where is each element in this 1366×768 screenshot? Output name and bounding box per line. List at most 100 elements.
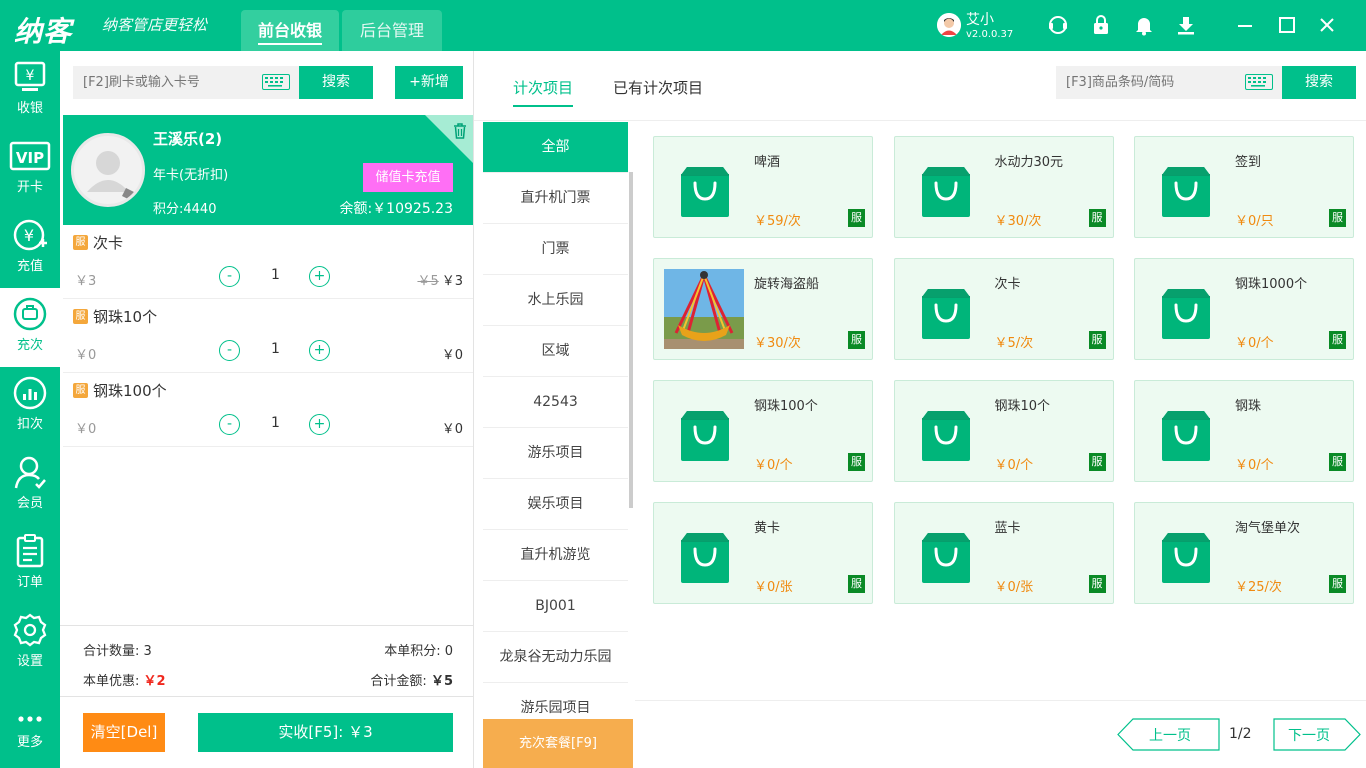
decrease-qty-button[interactable]: - <box>219 414 240 435</box>
category-item[interactable]: BJ001 <box>483 581 628 632</box>
user-name: 艾小 <box>966 12 994 28</box>
sidebar-item-label: 开卡 <box>16 180 43 195</box>
member-balance: 余额:￥10925.23 <box>339 201 453 217</box>
page-indicator: 1/2 <box>1229 726 1252 742</box>
recharge-package-button[interactable]: 充次套餐[F9] <box>483 719 633 768</box>
cart-item[interactable]: 服 钢珠100个 ￥0 - 1 + ￥0 <box>63 373 473 447</box>
product-card[interactable]: 钢珠 ￥0/个 服 <box>1134 380 1354 482</box>
product-card[interactable]: 淘气堡单次 ￥25/次 服 <box>1134 502 1354 604</box>
shopping-bag-icon <box>1158 281 1214 345</box>
user-avatar[interactable] <box>937 13 961 37</box>
category-item[interactable]: 游乐项目 <box>483 428 628 479</box>
pay-button[interactable]: 实收[F5]: ￥3 <box>198 713 453 752</box>
category-item[interactable]: 直升机门票 <box>483 173 628 224</box>
bell-icon[interactable] <box>1133 14 1155 36</box>
tab-front-cashier[interactable]: 前台收银 <box>241 10 339 51</box>
card-search-button[interactable]: 搜索 <box>299 66 373 99</box>
category-item[interactable]: 全部 <box>483 122 628 173</box>
cart-item-qty[interactable]: 1 <box>271 341 280 357</box>
product-search-button[interactable]: 搜索 <box>1282 66 1356 99</box>
member-card-type: 年卡(无折扣) <box>153 168 229 183</box>
shopping-bag-icon <box>1158 525 1214 589</box>
member-icon <box>14 456 46 489</box>
prev-page-button[interactable]: 上一页 <box>1117 718 1220 751</box>
keyboard-icon[interactable] <box>262 74 290 90</box>
product-card[interactable]: 钢珠100个 ￥0/个 服 <box>653 380 873 482</box>
cart-item[interactable]: 服 钢珠10个 ￥0 - 1 + ￥0 <box>63 299 473 373</box>
service-badge: 服 <box>1329 575 1346 593</box>
category-item[interactable]: 门票 <box>483 224 628 275</box>
service-badge: 服 <box>848 575 865 593</box>
increase-qty-button[interactable]: + <box>309 266 330 287</box>
member-card: 王溪乐(2) 年卡(无折扣) 储值卡充值 积分:4440 余额:￥10925.2… <box>63 115 473 225</box>
member-points: 积分:4440 <box>153 202 217 217</box>
product-card[interactable]: 旋转海盗船 ￥30/次 服 <box>653 258 873 360</box>
sidebar-item-order[interactable]: 订单 <box>0 525 60 604</box>
add-member-button[interactable]: +新增 <box>395 66 463 99</box>
next-page-button[interactable]: 下一页 <box>1273 718 1361 751</box>
product-card[interactable]: 黄卡 ￥0/张 服 <box>653 502 873 604</box>
category-item[interactable]: 龙泉谷无动力乐园 <box>483 632 628 683</box>
sidebar-item-label: 收银 <box>16 101 43 116</box>
product-name: 淘气堡单次 <box>1235 521 1301 536</box>
increase-qty-button[interactable]: + <box>309 340 330 361</box>
headset-icon[interactable] <box>1047 14 1069 36</box>
product-card[interactable]: 钢珠1000个 ￥0/个 服 <box>1134 258 1354 360</box>
cart-item-total: ￥3 <box>441 274 463 289</box>
product-card[interactable]: 次卡 ￥5/次 服 <box>893 258 1114 360</box>
trash-icon[interactable] <box>453 123 467 143</box>
product-price: ￥0/个 <box>1235 458 1274 473</box>
shopping-bag-icon <box>677 159 733 223</box>
minimize-icon[interactable] <box>1234 14 1256 36</box>
shopping-bag-icon <box>677 525 733 589</box>
download-icon[interactable] <box>1175 14 1197 36</box>
product-card[interactable]: 钢珠10个 ￥0/个 服 <box>893 380 1114 482</box>
product-name: 啤酒 <box>754 155 781 170</box>
category-item[interactable]: 直升机游览 <box>483 530 628 581</box>
cart-item-qty[interactable]: 1 <box>271 267 280 283</box>
category-item[interactable]: 42543 <box>483 377 628 428</box>
lock-icon[interactable] <box>1090 14 1112 36</box>
category-item[interactable]: 水上乐园 <box>483 275 628 326</box>
decrease-qty-button[interactable]: - <box>219 266 240 287</box>
order-discount-label: 本单优惠: <box>83 674 140 689</box>
product-card[interactable]: 啤酒 ￥59/次 服 <box>653 136 873 238</box>
order-points: 本单积分: 0 <box>384 640 453 659</box>
close-icon[interactable] <box>1316 14 1338 36</box>
product-card[interactable]: 蓝卡 ￥0/张 服 <box>893 502 1114 604</box>
sidebar-item-more[interactable]: 更多 <box>0 695 60 768</box>
tab-back-office[interactable]: 后台管理 <box>342 10 442 51</box>
category-item[interactable]: 区域 <box>483 326 628 377</box>
sidebar-item-recharge-times[interactable]: 充次 <box>0 288 60 367</box>
sidebar-item-deduct-times[interactable]: 扣次 <box>0 367 60 446</box>
tab-existing-count-items[interactable]: 已有计次项目 <box>613 77 703 98</box>
increase-qty-button[interactable]: + <box>309 414 330 435</box>
sidebar: ¥ 收银 VIP 开卡 ¥ 充值 充次 扣次 会员 订单 设置 更多 <box>0 51 60 768</box>
clear-cart-button[interactable]: 清空[Del] <box>83 713 165 752</box>
stored-value-recharge-button[interactable]: 储值卡充值 <box>363 163 453 192</box>
product-name: 钢珠100个 <box>754 399 818 414</box>
category-scrollbar[interactable] <box>629 172 633 508</box>
category-item[interactable]: 娱乐项目 <box>483 479 628 530</box>
cart-item-name: 钢珠100个 <box>93 382 167 400</box>
sidebar-item-settings[interactable]: 设置 <box>0 604 60 683</box>
product-card[interactable]: 签到 ￥0/只 服 <box>1134 136 1354 238</box>
product-card[interactable]: 水动力30元 ￥30/次 服 <box>893 136 1114 238</box>
tab-count-items[interactable]: 计次项目 <box>513 77 574 107</box>
keyboard-icon[interactable] <box>1245 74 1273 90</box>
total-qty-value: 3 <box>143 644 152 659</box>
sidebar-item-recharge[interactable]: ¥ 充值 <box>0 209 60 288</box>
product-price: ￥0/只 <box>1235 214 1274 229</box>
cart-item[interactable]: 服 次卡 ￥3 - 1 + ￥5 ￥3 <box>63 225 473 299</box>
decrease-qty-button[interactable]: - <box>219 340 240 361</box>
cart-item-total-wrap: ￥5 ￥3 <box>417 270 463 289</box>
sidebar-item-cashier[interactable]: ¥ 收银 <box>0 51 60 130</box>
sidebar-item-member[interactable]: 会员 <box>0 446 60 525</box>
cart-item-qty[interactable]: 1 <box>271 415 280 431</box>
sidebar-item-open-card[interactable]: VIP 开卡 <box>0 130 60 209</box>
order-discount-value: ￥2 <box>143 674 166 689</box>
service-badge: 服 <box>848 331 865 349</box>
maximize-icon[interactable] <box>1276 14 1298 36</box>
service-badge: 服 <box>1088 575 1106 593</box>
product-price: ￥0/张 <box>994 580 1034 595</box>
